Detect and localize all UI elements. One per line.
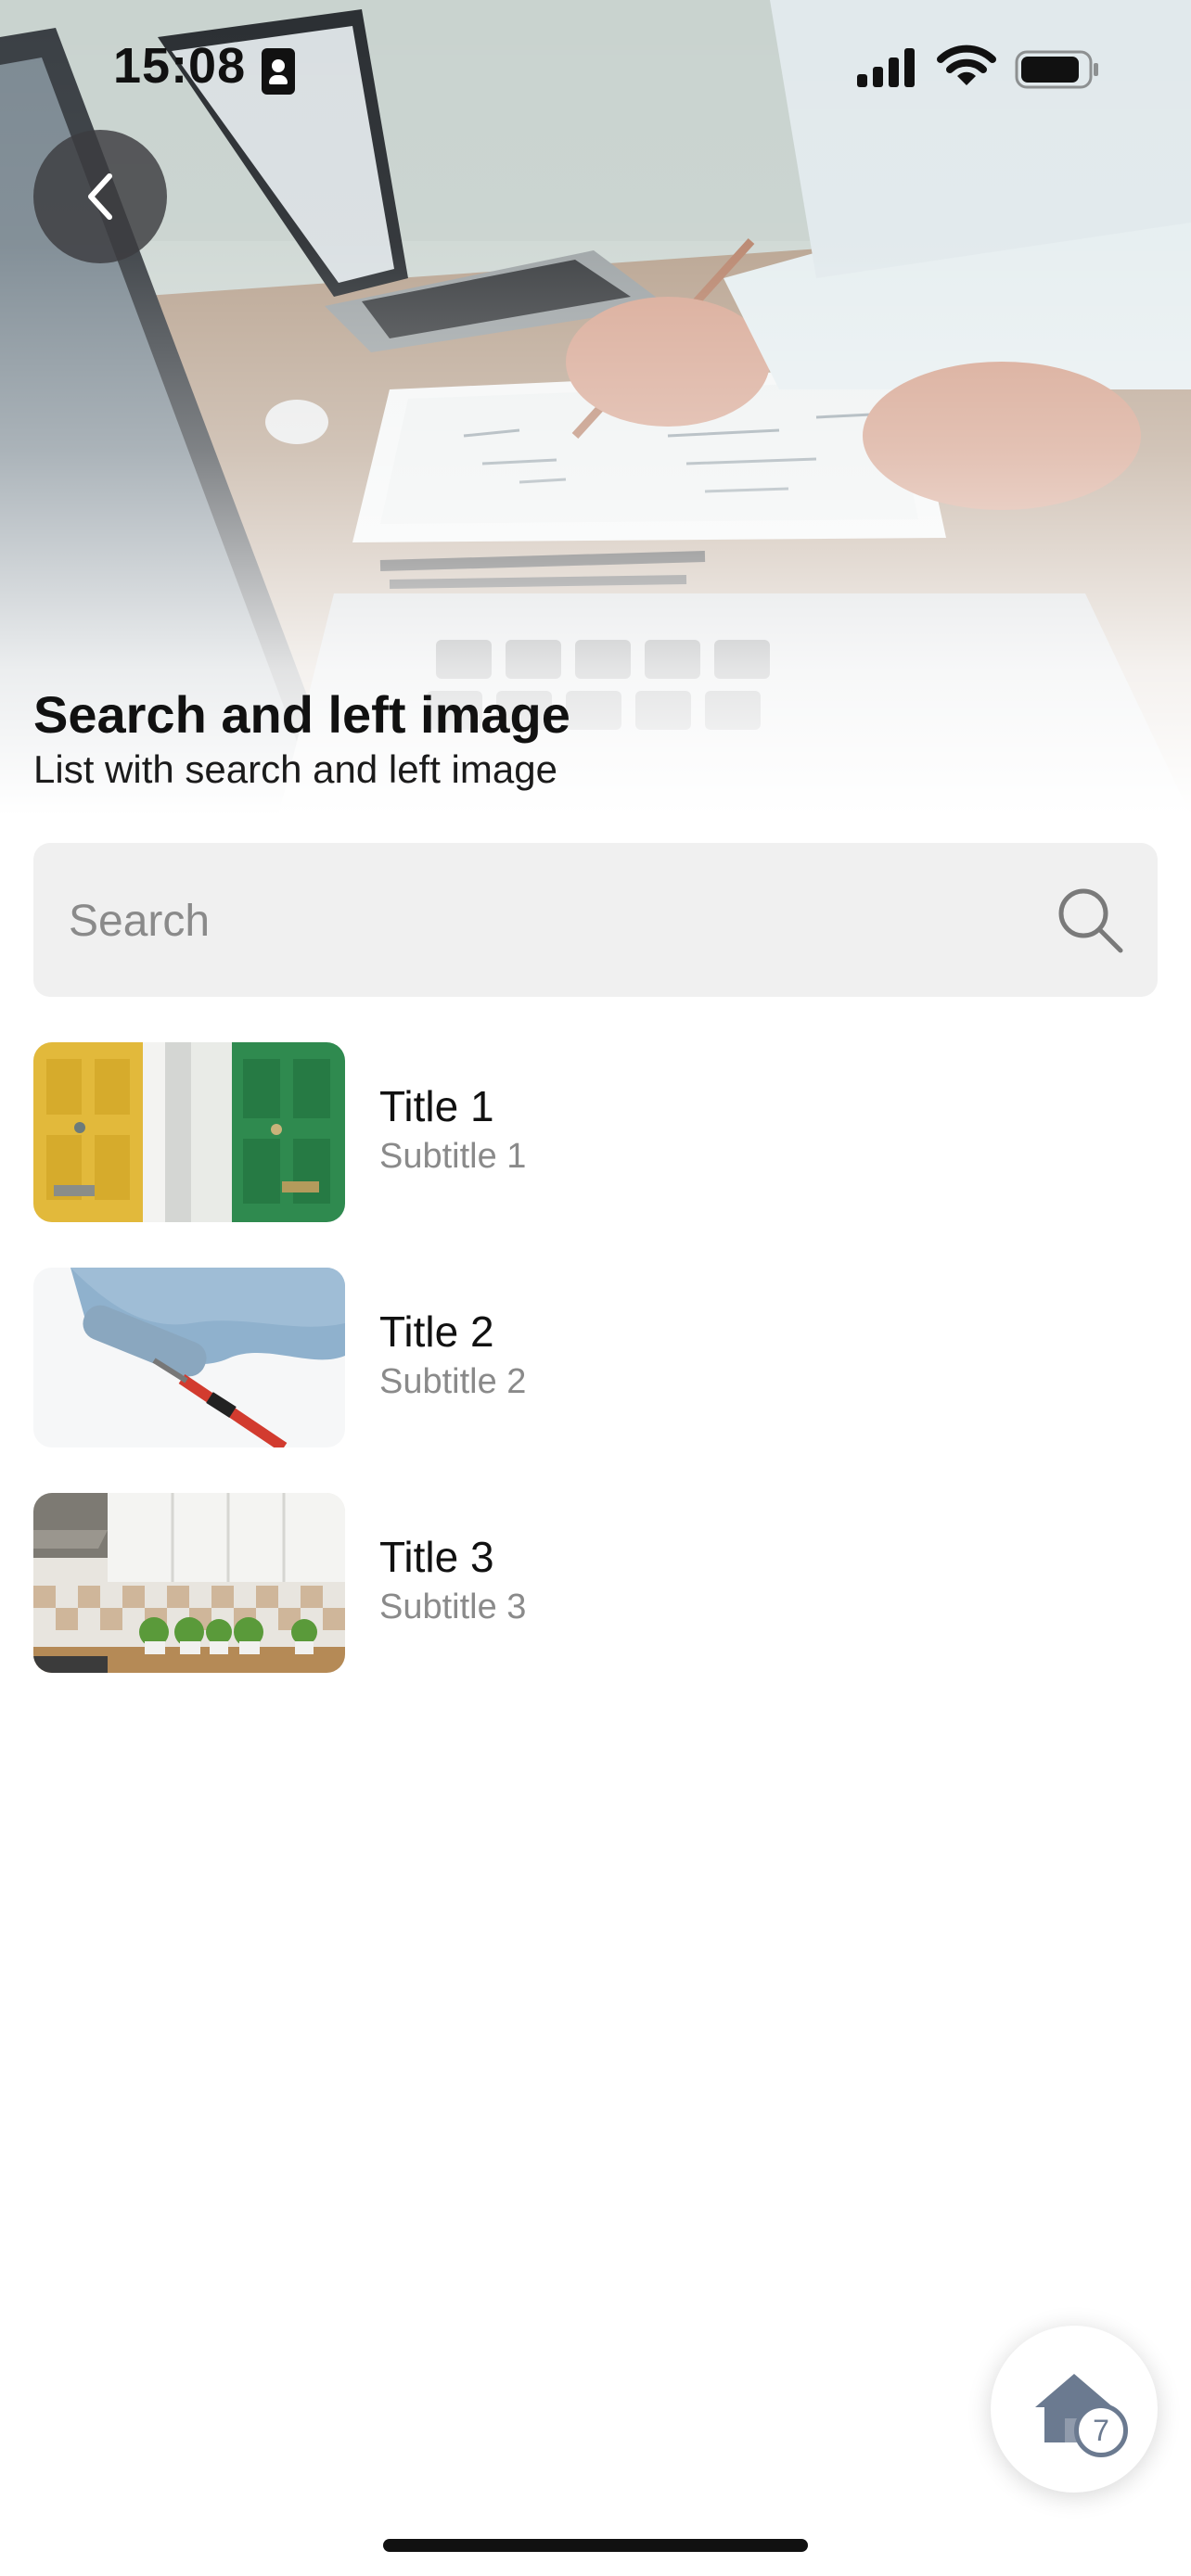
item-thumbnail [33,1493,345,1673]
list-item[interactable]: Title 3 Subtitle 3 [33,1493,1158,1673]
item-title: Title 2 [379,1307,494,1356]
home-indicator[interactable] [383,2539,808,2552]
chevron-left-icon [88,173,112,220]
home-fab-button[interactable]: 7 [991,2326,1158,2493]
search-icon[interactable] [1054,884,1128,958]
wifi-icon [937,45,996,85]
cellular-signal-icon [857,48,915,87]
paint-roller-image [33,1268,345,1447]
status-time: 15:08 [113,38,247,94]
status-bar: 15:08 [0,0,1191,139]
item-thumbnail [33,1268,345,1447]
item-title: Title 3 [379,1533,494,1581]
item-subtitle: Subtitle 1 [379,1137,527,1176]
page-title: Search and left image [33,685,570,744]
item-thumbnail [33,1042,345,1222]
item-title: Title 1 [379,1082,494,1130]
hero-header: 15:08 Search and left image List with se… [0,0,1191,816]
page-subtitle: List with search and left image [33,747,557,791]
list-item[interactable]: Title 1 Subtitle 1 [33,1042,1158,1222]
back-button[interactable] [33,130,167,263]
notification-count-badge: 7 [1074,2404,1128,2457]
battery-icon [1015,50,1098,89]
item-subtitle: Subtitle 2 [379,1362,527,1401]
doors-image [33,1042,345,1222]
search-bar[interactable] [33,843,1158,999]
search-input[interactable] [67,843,1017,999]
list-item[interactable]: Title 2 Subtitle 2 [33,1268,1158,1447]
contact-card-icon [262,48,295,95]
kitchen-image [33,1493,345,1673]
item-subtitle: Subtitle 3 [379,1588,527,1626]
